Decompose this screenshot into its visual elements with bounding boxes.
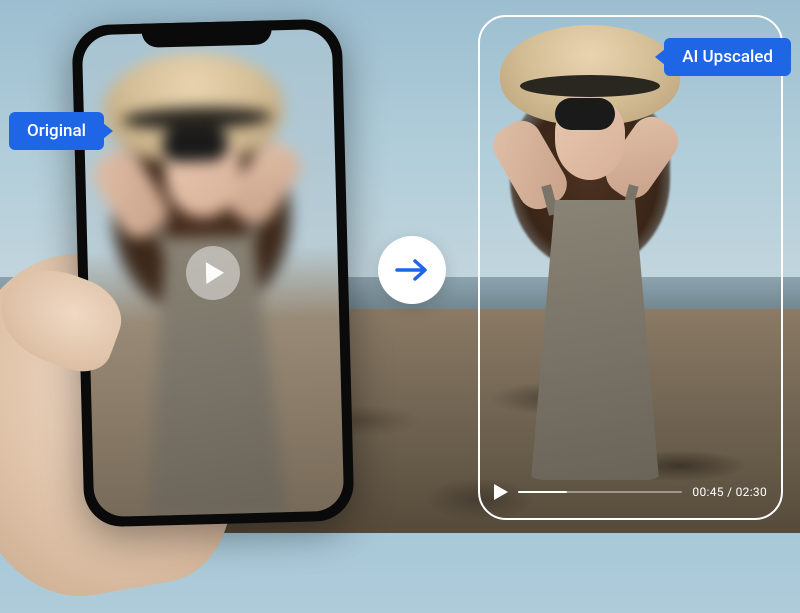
current-time: 00:45 xyxy=(692,485,723,499)
play-icon[interactable] xyxy=(494,484,508,500)
smartphone xyxy=(71,19,354,528)
arrow-right-icon xyxy=(395,257,429,283)
time-separator: / xyxy=(724,485,736,499)
ai-upscaled-badge: AI Upscaled xyxy=(664,38,791,76)
original-badge: Original xyxy=(9,112,104,150)
phone-notch xyxy=(141,20,272,47)
progress-track[interactable] xyxy=(518,491,682,494)
arrow-indicator xyxy=(378,236,446,304)
upscaled-video-frame: 00:45 / 02:30 xyxy=(478,15,783,520)
timecode: 00:45 / 02:30 xyxy=(692,485,767,499)
phone-screen xyxy=(82,29,345,517)
progress-fill xyxy=(518,491,567,494)
play-icon xyxy=(206,262,225,284)
total-time: 02:30 xyxy=(736,485,767,499)
video-controls: 00:45 / 02:30 xyxy=(494,480,767,504)
